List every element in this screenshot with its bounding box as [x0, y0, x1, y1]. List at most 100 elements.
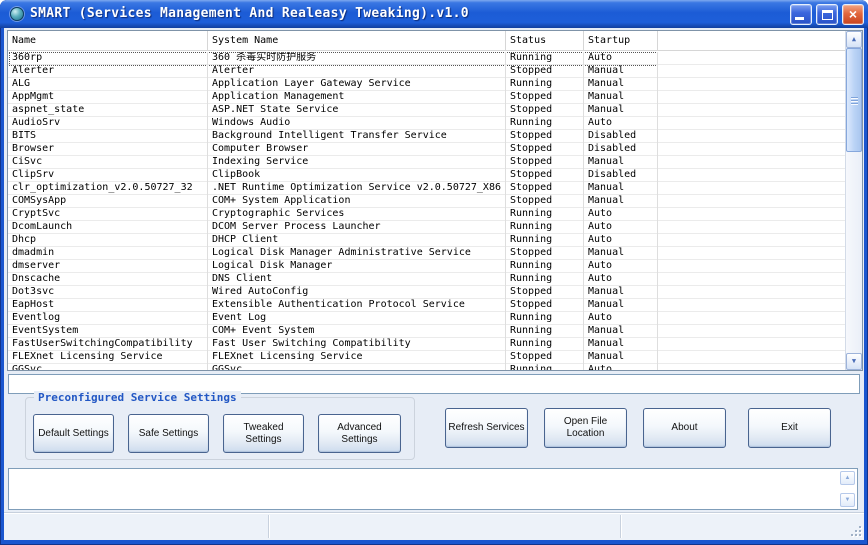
- startup-cell: Manual: [584, 351, 658, 363]
- table-row[interactable]: DnscacheDNS ClientRunningAuto: [8, 273, 845, 286]
- status-bar: [4, 512, 864, 540]
- window-title: SMART (Services Management And Realeasy …: [30, 0, 469, 28]
- service-name-cell: ClipSrv: [8, 169, 208, 181]
- open-file-location-button[interactable]: Open File Location: [544, 408, 627, 448]
- column-header-startup[interactable]: Startup: [584, 31, 658, 51]
- table-row[interactable]: AlerterAlerterStoppedManual: [8, 65, 845, 78]
- system-name-cell: DHCP Client: [208, 234, 506, 246]
- table-row[interactable]: EventSystemCOM+ Event SystemRunningManua…: [8, 325, 845, 338]
- table-row[interactable]: dmadminLogical Disk Manager Administrati…: [8, 247, 845, 260]
- startup-cell: Auto: [584, 273, 658, 285]
- startup-cell: Manual: [584, 286, 658, 298]
- table-row[interactable]: CryptSvcCryptographic ServicesRunningAut…: [8, 208, 845, 221]
- service-name-cell: AppMgmt: [8, 91, 208, 103]
- startup-cell: Manual: [584, 91, 658, 103]
- system-name-cell: ClipBook: [208, 169, 506, 181]
- status-cell: Stopped: [506, 299, 584, 311]
- refresh-services-button[interactable]: Refresh Services: [445, 408, 528, 448]
- startup-cell: Auto: [584, 312, 658, 324]
- table-row[interactable]: EapHostExtensible Authentication Protoco…: [8, 299, 845, 312]
- table-row[interactable]: FLEXnet Licensing ServiceFLEXnet Licensi…: [8, 351, 845, 364]
- service-name-cell: AudioSrv: [8, 117, 208, 129]
- column-gridline: [583, 52, 584, 370]
- system-name-cell: Event Log: [208, 312, 506, 324]
- table-row[interactable]: ALGApplication Layer Gateway ServiceRunn…: [8, 78, 845, 91]
- system-name-cell: COM+ Event System: [208, 325, 506, 337]
- status-cell: Running: [506, 273, 584, 285]
- about-button[interactable]: About: [643, 408, 726, 448]
- status-pane-1: [8, 513, 266, 540]
- startup-cell: Disabled: [584, 169, 658, 181]
- safe-settings-button[interactable]: Safe Settings: [128, 414, 209, 453]
- log-textbox[interactable]: ▲ ▼: [8, 468, 858, 510]
- system-name-cell: 360 杀毒实时防护服务: [208, 52, 506, 64]
- scrollbar-thumb[interactable]: [846, 48, 862, 152]
- startup-cell: Manual: [584, 182, 658, 194]
- startup-cell: Auto: [584, 117, 658, 129]
- table-header: Name System Name Status Startup: [8, 31, 845, 51]
- column-gridline: [657, 52, 658, 370]
- table-row[interactable]: AudioSrvWindows AudioRunningAuto: [8, 117, 845, 130]
- table-row[interactable]: DcomLaunchDCOM Server Process LauncherRu…: [8, 221, 845, 234]
- table-row[interactable]: aspnet_stateASP.NET State ServiceStopped…: [8, 104, 845, 117]
- table-row[interactable]: BrowserComputer BrowserStoppedDisabled: [8, 143, 845, 156]
- table-row[interactable]: CiSvcIndexing ServiceStoppedManual: [8, 156, 845, 169]
- scroll-up-icon[interactable]: ▲: [846, 31, 862, 48]
- status-cell: Stopped: [506, 195, 584, 207]
- list-rows: 360rp360 杀毒实时防护服务RunningAutoAlerterAlert…: [8, 52, 845, 370]
- table-row[interactable]: COMSysAppCOM+ System ApplicationStoppedM…: [8, 195, 845, 208]
- maximize-button[interactable]: [816, 4, 838, 25]
- status-cell: Running: [506, 234, 584, 246]
- column-header-system-name[interactable]: System Name: [208, 31, 506, 51]
- status-cell: Running: [506, 260, 584, 272]
- table-row[interactable]: Dot3svcWired AutoConfigStoppedManual: [8, 286, 845, 299]
- column-header-name[interactable]: Name: [8, 31, 208, 51]
- table-row[interactable]: AppMgmtApplication ManagementStoppedManu…: [8, 91, 845, 104]
- table-row[interactable]: 360rp360 杀毒实时防护服务RunningAuto: [8, 52, 845, 65]
- startup-cell: Auto: [584, 52, 658, 64]
- service-name-cell: Browser: [8, 143, 208, 155]
- tweaked-settings-button[interactable]: Tweaked Settings: [223, 414, 304, 453]
- system-name-cell: Application Management: [208, 91, 506, 103]
- table-row[interactable]: clr_optimization_v2.0.50727_32.NET Runti…: [8, 182, 845, 195]
- status-cell: Running: [506, 78, 584, 90]
- table-row[interactable]: BITSBackground Intelligent Transfer Serv…: [8, 130, 845, 143]
- advanced-settings-button[interactable]: Advanced Settings: [318, 414, 401, 453]
- table-row[interactable]: ClipSrvClipBookStoppedDisabled: [8, 169, 845, 182]
- table-row[interactable]: dmserverLogical Disk ManagerRunningAuto: [8, 260, 845, 273]
- service-name-cell: Eventlog: [8, 312, 208, 324]
- table-row[interactable]: EventlogEvent LogRunningAuto: [8, 312, 845, 325]
- service-name-cell: FLEXnet Licensing Service: [8, 351, 208, 363]
- status-cell: Running: [506, 208, 584, 220]
- service-name-cell: dmserver: [8, 260, 208, 272]
- app-icon[interactable]: [10, 7, 24, 21]
- system-name-cell: Application Layer Gateway Service: [208, 78, 506, 90]
- scroll-down-icon[interactable]: ▼: [846, 353, 862, 370]
- table-row[interactable]: DhcpDHCP ClientRunningAuto: [8, 234, 845, 247]
- minimize-button[interactable]: [790, 4, 812, 25]
- status-cell: Running: [506, 325, 584, 337]
- status-cell: Running: [506, 117, 584, 129]
- title-bar[interactable]: SMART (Services Management And Realeasy …: [0, 0, 868, 28]
- status-cell: Stopped: [506, 169, 584, 181]
- system-name-cell: Windows Audio: [208, 117, 506, 129]
- table-row[interactable]: FastUserSwitchingCompatibilityFast User …: [8, 338, 845, 351]
- default-settings-button[interactable]: Default Settings: [33, 414, 114, 453]
- system-name-cell: .NET Runtime Optimization Service v2.0.5…: [208, 182, 506, 194]
- resize-grip[interactable]: [849, 524, 861, 536]
- log-scroll-down-icon[interactable]: ▼: [840, 493, 855, 507]
- vertical-scrollbar[interactable]: ▲ ▼: [845, 31, 862, 370]
- status-cell: Stopped: [506, 65, 584, 77]
- service-name-cell: 360rp: [8, 52, 208, 64]
- exit-button[interactable]: Exit: [748, 408, 831, 448]
- table-row[interactable]: GGSvcGGSvcRunningAuto: [8, 364, 845, 370]
- system-name-cell: Alerter: [208, 65, 506, 77]
- close-button[interactable]: ×: [842, 4, 864, 25]
- app-window: SMART (Services Management And Realeasy …: [0, 0, 868, 545]
- column-header-filler: [658, 31, 845, 51]
- service-name-cell: EventSystem: [8, 325, 208, 337]
- service-name-cell: Dnscache: [8, 273, 208, 285]
- system-name-cell: COM+ System Application: [208, 195, 506, 207]
- column-header-status[interactable]: Status: [506, 31, 584, 51]
- log-scroll-up-icon[interactable]: ▲: [840, 471, 855, 485]
